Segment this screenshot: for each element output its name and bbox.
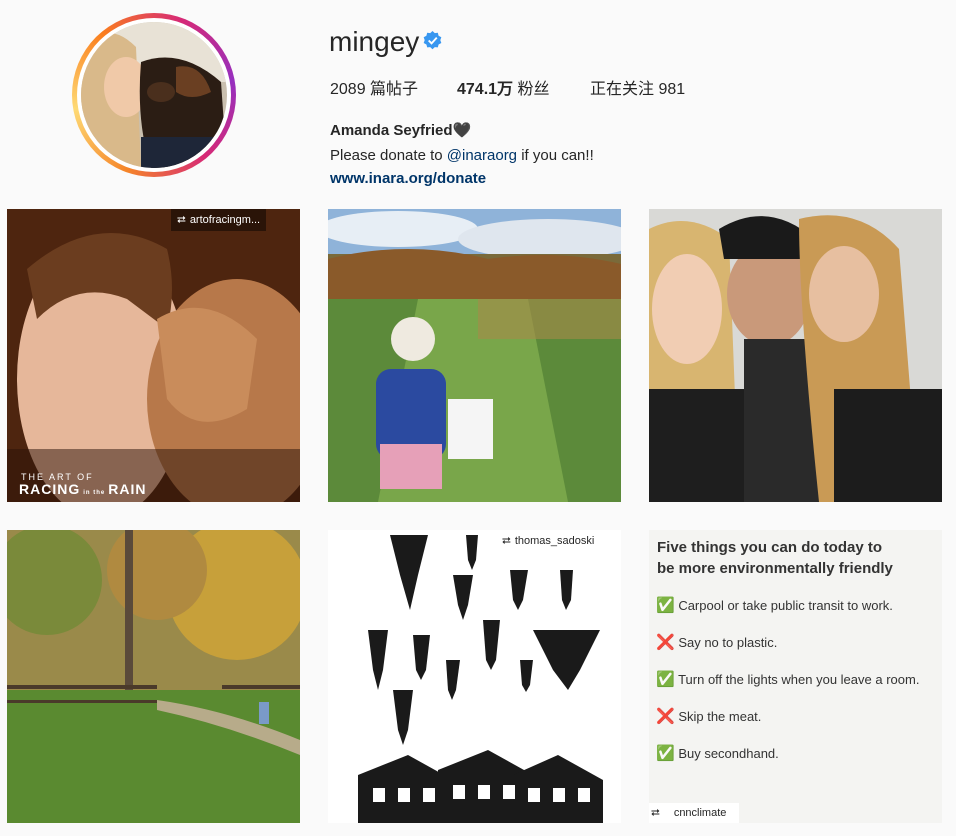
list-item: ✅ Carpool or take public transit to work… xyxy=(656,596,919,633)
post-tile-4[interactable] xyxy=(7,530,300,823)
profile-full-name: Amanda Seyfried🖤 xyxy=(330,122,472,139)
bio-mention-link[interactable]: @inaraorg xyxy=(447,147,517,164)
post-image-1 xyxy=(7,209,300,502)
followers-link[interactable]: 474.1万 粉丝 xyxy=(457,80,550,100)
followers-label: 粉丝 xyxy=(513,81,550,98)
bio-suffix: if you can!! xyxy=(517,147,594,164)
caption-rain: RAIN xyxy=(108,481,147,497)
repost-icon: ⮂ xyxy=(651,806,660,819)
post-tile-6[interactable]: Five things you can do today to be more … xyxy=(649,530,942,823)
avatar-photo xyxy=(81,22,227,168)
list-item-text: Carpool or take public transit to work. xyxy=(678,598,893,613)
post-heading-line-1: Five things you can do today to xyxy=(657,539,883,556)
list-item: ✅ Buy secondhand. xyxy=(656,744,919,781)
credit-badge: ⮂ cnnclimate xyxy=(649,803,739,823)
repost-user: artofracingm... xyxy=(189,214,261,226)
posts-count: 2089 篇帖子 xyxy=(330,81,419,98)
caption-racing: RACING xyxy=(19,481,81,497)
credit-user: cnnclimate xyxy=(673,807,727,819)
caption-main: RACING in the RAIN xyxy=(19,481,146,497)
post-image-5 xyxy=(328,530,621,823)
post-image-2 xyxy=(328,209,621,502)
list-item-text: Turn off the lights when you leave a roo… xyxy=(678,672,920,687)
repost-badge-1: ⮂ artofracingm... xyxy=(171,209,267,231)
post-image-3 xyxy=(649,209,942,502)
cross-icon: ❌ xyxy=(656,634,675,651)
repost-user: thomas_sadoski xyxy=(514,535,595,547)
verified-badge-icon xyxy=(423,31,442,50)
post-tile-5[interactable]: ⮂ thomas_sadoski xyxy=(328,530,621,823)
post-tile-2[interactable] xyxy=(328,209,621,502)
repost-icon: ⮂ xyxy=(177,213,186,226)
post-heading-line-2: be more environmentally friendly xyxy=(657,560,893,577)
list-item-text: Buy secondhand. xyxy=(678,746,779,761)
post-tile-3[interactable] xyxy=(649,209,942,502)
post-heading: Five things you can do today to be more … xyxy=(657,537,893,579)
bio-prefix: Please donate to xyxy=(330,147,447,164)
profile-username: mingey xyxy=(329,26,420,57)
list-item-text: Say no to plastic. xyxy=(678,635,778,650)
repost-badge-5: ⮂ thomas_sadoski xyxy=(496,530,600,552)
list-item: ✅ Turn off the lights when you leave a r… xyxy=(656,670,919,707)
list-item-text: Skip the meat. xyxy=(678,709,762,724)
followers-count: 474.1万 xyxy=(457,81,514,98)
following-link[interactable]: 正在关注 981 xyxy=(590,80,685,100)
post-image-4 xyxy=(7,530,300,823)
profile-avatar[interactable] xyxy=(72,13,236,177)
profile-bio: Please donate to @inaraorg if you can!! xyxy=(330,146,594,166)
repost-icon: ⮂ xyxy=(502,534,511,547)
caption-in-the: in the xyxy=(83,490,106,496)
cross-icon: ❌ xyxy=(656,708,675,725)
check-icon: ✅ xyxy=(656,671,675,688)
check-icon: ✅ xyxy=(656,745,675,762)
list-item: ❌ Say no to plastic. xyxy=(656,633,919,670)
check-icon: ✅ xyxy=(656,597,675,614)
post-tile-1[interactable]: ⮂ artofracingm... THE ART OF RACING in t… xyxy=(7,209,300,502)
profile-website-link[interactable]: www.inara.org/donate xyxy=(330,169,486,189)
post-item-list: ✅ Carpool or take public transit to work… xyxy=(656,596,919,781)
list-item: ❌ Skip the meat. xyxy=(656,707,919,744)
